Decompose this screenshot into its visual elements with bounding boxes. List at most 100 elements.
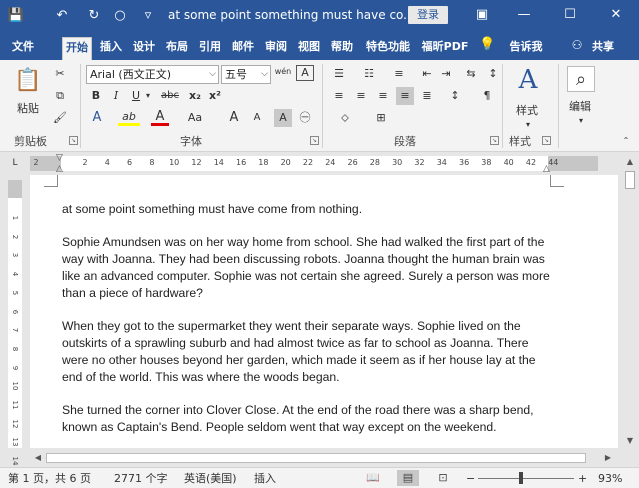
find-magnifier-icon[interactable]: ⌕ (567, 66, 595, 92)
underline-button[interactable]: U (127, 87, 145, 105)
collapse-ribbon-icon[interactable]: ⌃ (620, 132, 632, 150)
change-case-icon[interactable]: Aa (183, 109, 207, 127)
restore-icon[interactable]: ☐ (558, 4, 582, 26)
tab-home[interactable]: 开始 (62, 37, 92, 60)
tab-file[interactable]: 文件 (8, 37, 38, 60)
tell-me-label[interactable]: 告诉我 (504, 37, 548, 60)
minimize-icon[interactable]: — (512, 4, 536, 26)
read-mode-icon[interactable]: 📖 (362, 470, 384, 486)
tab-layout[interactable]: 布局 (163, 37, 191, 60)
tab-mailings[interactable]: 邮件 (229, 37, 257, 60)
font-size-combo[interactable]: 五号 ⌵ (221, 65, 271, 84)
sort-icon[interactable]: ↕ (484, 65, 502, 83)
distributed-icon[interactable]: ≣ (418, 87, 436, 105)
scroll-left-icon[interactable]: ◀ (32, 452, 44, 464)
save-icon[interactable]: 💾 (6, 6, 26, 26)
font-dialog-launcher-icon[interactable]: ↘ (310, 136, 319, 145)
scroll-down-icon[interactable]: ▼ (624, 435, 636, 447)
styles-icon[interactable]: A (513, 64, 543, 96)
shading-icon[interactable]: ⬦ (336, 109, 354, 127)
lightbulb-icon[interactable]: 💡 (479, 36, 495, 54)
scroll-up-icon[interactable]: ▲ (624, 156, 636, 168)
customize-quick-access-icon[interactable]: ▿ (138, 6, 158, 26)
zoom-level[interactable]: 93% (598, 471, 622, 486)
close-icon[interactable]: ✕ (604, 4, 628, 26)
document-paragraph[interactable]: She turned the corner into Clover Close.… (62, 402, 554, 436)
grow-font-icon[interactable]: A (225, 109, 243, 127)
clipboard-dialog-launcher-icon[interactable]: ↘ (69, 136, 78, 145)
phonetic-guide-icon[interactable]: wén (273, 63, 293, 81)
tab-help[interactable]: 帮助 (328, 37, 356, 60)
decrease-indent-icon[interactable]: ⇤ (418, 65, 436, 83)
chevron-down-icon[interactable]: ▾ (144, 87, 152, 105)
font-name-combo[interactable]: Arial (西文正文) ⌵ (86, 65, 219, 84)
language-indicator[interactable]: 英语(美国) (184, 471, 237, 486)
strikethrough-button[interactable]: abc (158, 87, 182, 105)
paragraph-dialog-launcher-icon[interactable]: ↘ (490, 136, 499, 145)
vertical-scroll-thumb[interactable] (625, 171, 635, 189)
borders-icon[interactable]: ⊞ (372, 109, 390, 127)
vertical-scrollbar[interactable]: ▲ ▼ (621, 153, 639, 448)
horizontal-scrollbar[interactable]: ◀ ▶ (30, 450, 618, 466)
format-painter-icon[interactable]: 🖌 (51, 109, 69, 127)
scroll-right-icon[interactable]: ▶ (602, 452, 614, 464)
shrink-font-icon[interactable]: A (248, 109, 266, 127)
share-person-icon[interactable]: ⚇ (569, 36, 585, 54)
tab-references[interactable]: 引用 (196, 37, 224, 60)
login-button[interactable]: 登录 (408, 6, 448, 24)
tab-foxit-pdf[interactable]: 福昕PDF (419, 37, 471, 60)
copy-icon[interactable]: ⧉ (51, 87, 69, 105)
web-layout-icon[interactable]: ⊡ (432, 470, 454, 486)
tab-review[interactable]: 审阅 (262, 37, 290, 60)
document-paragraph[interactable]: When they got to the supermarket they we… (62, 318, 554, 386)
increase-indent-icon[interactable]: ⇥ (437, 65, 455, 83)
center-icon[interactable]: ≡ (352, 87, 370, 105)
chinese-layout-icon[interactable]: ⇆ (462, 65, 480, 83)
numbering-icon[interactable]: ☷ (360, 65, 378, 83)
tab-special-features[interactable]: 特色功能 (361, 37, 415, 60)
document-page[interactable]: at some point something must have come f… (30, 175, 618, 448)
zoom-slider[interactable] (478, 478, 574, 479)
tab-selector-icon[interactable]: L (8, 156, 22, 170)
text-highlight-icon[interactable]: ab (118, 109, 140, 126)
ribbon-display-options-icon[interactable]: ▣ (470, 4, 494, 26)
paste-icon[interactable]: 📋 (14, 66, 42, 96)
document-paragraph[interactable]: at some point something must have come f… (62, 201, 554, 218)
bullets-icon[interactable]: ☰ (330, 65, 348, 83)
paste-button[interactable]: 粘贴 (17, 100, 39, 116)
enclose-characters-icon[interactable]: ㊀ (296, 109, 314, 127)
chevron-down-icon[interactable]: ▾ (523, 116, 533, 134)
page-count[interactable]: 第 1 页，共 6 页 (8, 471, 91, 486)
right-indent-marker-icon[interactable]: △ (543, 164, 550, 174)
italic-button[interactable]: I (107, 87, 125, 105)
styles-dialog-launcher-icon[interactable]: ↘ (542, 136, 551, 145)
justify-icon[interactable]: ≡ (396, 87, 414, 105)
document-paragraph[interactable]: Sophie Amundsen was on her way home from… (62, 234, 554, 302)
align-right-icon[interactable]: ≡ (374, 87, 392, 105)
multilevel-list-icon[interactable]: ≡ (390, 65, 408, 83)
tab-view[interactable]: 视图 (295, 37, 323, 60)
zoom-out-button[interactable]: − (466, 471, 475, 486)
document-area[interactable]: at some point something must have come f… (30, 175, 618, 448)
print-layout-icon[interactable]: ▤ (397, 470, 419, 486)
word-count[interactable]: 2771 个字 (114, 471, 168, 486)
share-label[interactable]: 共享 (588, 37, 618, 60)
zoom-slider-knob[interactable] (519, 472, 523, 484)
undo-icon[interactable]: ↶ (52, 6, 72, 26)
horizontal-ruler[interactable]: 2 2 4 6 8 10 12 14 16 18 20 22 24 26 28 30 32 34 36 38 40 42 4… (0, 153, 639, 174)
zoom-in-button[interactable]: + (578, 471, 587, 486)
show-marks-icon[interactable]: ¶ (478, 87, 496, 105)
character-shading-icon[interactable]: A (274, 109, 292, 127)
character-border-icon[interactable]: A (296, 65, 314, 81)
tab-design[interactable]: 设计 (130, 37, 158, 60)
cut-icon[interactable]: ✂ (51, 65, 69, 83)
text-effects-icon[interactable]: A (88, 109, 106, 127)
subscript-button[interactable]: x₂ (186, 87, 204, 105)
font-color-icon[interactable]: A (151, 109, 169, 126)
chevron-down-icon[interactable]: ▾ (576, 112, 586, 130)
superscript-button[interactable]: x² (206, 87, 224, 105)
line-spacing-icon[interactable]: ↕ (446, 87, 464, 105)
first-line-indent-marker-icon[interactable]: ▽ (56, 153, 63, 163)
bold-button[interactable]: B (87, 87, 105, 105)
tab-insert[interactable]: 插入 (97, 37, 125, 60)
